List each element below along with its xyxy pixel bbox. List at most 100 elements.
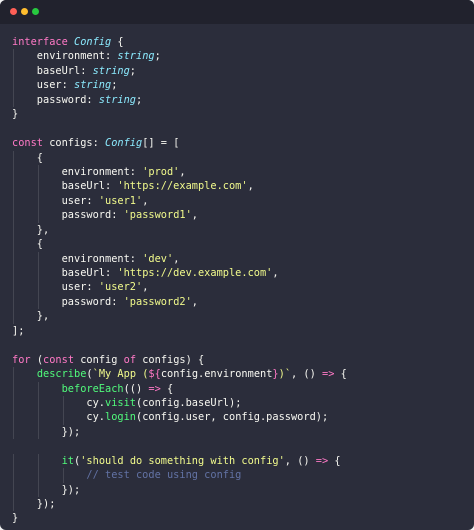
code-token: login bbox=[105, 411, 136, 424]
code-line: baseUrl: 'https://dev.example.com', bbox=[12, 266, 347, 281]
maximize-dot-icon[interactable] bbox=[32, 8, 39, 15]
indent-guide bbox=[13, 208, 14, 223]
indent-guide bbox=[13, 193, 14, 209]
code-token: , bbox=[179, 165, 186, 178]
code-token: 'password1' bbox=[123, 209, 192, 222]
code-token: baseUrl: bbox=[12, 267, 118, 279]
code-token: baseUrl: bbox=[12, 64, 93, 77]
code-token: , bbox=[191, 209, 198, 222]
code-token: { bbox=[160, 382, 174, 395]
code-token: [] = [ bbox=[142, 137, 180, 150]
code-line: it('should do something with config', ()… bbox=[12, 453, 347, 469]
indent-guide bbox=[37, 294, 39, 310]
indent-guide bbox=[13, 237, 14, 252]
code-token: { bbox=[334, 368, 347, 381]
code-token: => bbox=[148, 382, 161, 395]
code-line: interface Config { bbox=[12, 35, 347, 49]
indent-guide bbox=[37, 482, 39, 497]
indent-guide bbox=[13, 164, 14, 180]
code-line: user: string; bbox=[12, 78, 347, 93]
code-token: , () bbox=[284, 454, 316, 467]
code-token: 'should do something with config' bbox=[80, 454, 285, 467]
code-line: password: string; bbox=[12, 92, 347, 108]
code-line: baseUrl: 'https://example.com', bbox=[12, 179, 347, 194]
code-token: user: bbox=[12, 79, 74, 92]
code-token: => bbox=[322, 368, 335, 381]
code-token: cy. bbox=[12, 411, 105, 424]
indent-guide bbox=[37, 208, 39, 223]
close-dot-icon[interactable] bbox=[10, 8, 17, 15]
code-token: password: bbox=[12, 209, 124, 222]
indent-guide bbox=[37, 251, 39, 266]
code-line: }); bbox=[12, 497, 347, 512]
code-line: }, bbox=[12, 222, 347, 238]
code-token: environment: bbox=[12, 50, 118, 63]
indent-guide bbox=[13, 468, 14, 483]
code-token: 'https://example.com' bbox=[117, 180, 248, 193]
code-token: beforeEach bbox=[61, 382, 124, 395]
code-token: describe bbox=[36, 368, 87, 381]
code-token: baseUrl: bbox=[12, 180, 118, 193]
code-token: interface bbox=[12, 36, 74, 48]
indent-guide bbox=[13, 482, 14, 497]
code-line: cy.login(config.user, config.password); bbox=[12, 410, 347, 425]
code-token: user: bbox=[12, 281, 99, 294]
code-token: }); bbox=[12, 425, 81, 438]
code-token: , bbox=[272, 267, 279, 279]
indent-guide bbox=[37, 395, 39, 411]
indent-guide bbox=[37, 280, 39, 295]
code-line: { bbox=[12, 237, 347, 252]
indent-guide bbox=[62, 468, 64, 483]
minimize-dot-icon[interactable] bbox=[21, 8, 28, 15]
code-token: it bbox=[61, 454, 75, 467]
code-token: 'user2' bbox=[98, 281, 143, 294]
indent-guide bbox=[13, 395, 14, 411]
code-token: (config.baseUrl); bbox=[136, 396, 242, 409]
code-line: environment: 'dev', bbox=[12, 251, 347, 266]
code-token: , bbox=[142, 281, 149, 294]
code-line: user: 'user1', bbox=[12, 193, 347, 209]
code-token: ; bbox=[111, 79, 118, 92]
code-token: string bbox=[92, 64, 130, 77]
code-token: const bbox=[43, 353, 81, 366]
code-token: }); bbox=[12, 498, 56, 510]
code-token: of bbox=[123, 353, 143, 366]
code-token: } bbox=[12, 512, 19, 525]
code-token: Config bbox=[74, 36, 112, 48]
code-token: { bbox=[12, 238, 43, 251]
indent-guide bbox=[37, 468, 39, 483]
indent-guide bbox=[13, 294, 14, 310]
indent-guide bbox=[37, 453, 39, 469]
code-token: }); bbox=[12, 483, 81, 496]
code-block: interface Config { environment: string; … bbox=[12, 35, 347, 526]
indent-guide bbox=[13, 63, 14, 79]
code-token: config bbox=[80, 353, 124, 366]
indent-guide bbox=[13, 309, 14, 324]
code-token: string bbox=[98, 93, 136, 106]
code-token: string bbox=[117, 50, 155, 63]
code-line: password: 'password1', bbox=[12, 208, 347, 223]
code-token: , bbox=[247, 180, 254, 193]
indent-guide bbox=[62, 410, 64, 425]
code-line: } bbox=[12, 511, 347, 525]
code-token: { bbox=[111, 36, 124, 48]
code-window: interface Config { environment: string; … bbox=[0, 0, 474, 530]
code-token: , bbox=[191, 295, 198, 308]
code-token: string bbox=[74, 79, 112, 92]
indent-guide bbox=[13, 78, 14, 93]
indent-guide bbox=[37, 164, 39, 180]
code-token: (config.user, config.password); bbox=[136, 411, 329, 424]
indent-guide bbox=[13, 49, 14, 64]
code-token: ]; bbox=[12, 324, 25, 337]
code-token: password: bbox=[12, 295, 124, 308]
indent-guide bbox=[13, 92, 14, 108]
indent-guide bbox=[13, 179, 14, 194]
code-token: visit bbox=[105, 396, 136, 409]
indent-guide bbox=[13, 453, 14, 469]
code-token: => bbox=[315, 454, 329, 467]
indent-guide bbox=[37, 424, 39, 440]
